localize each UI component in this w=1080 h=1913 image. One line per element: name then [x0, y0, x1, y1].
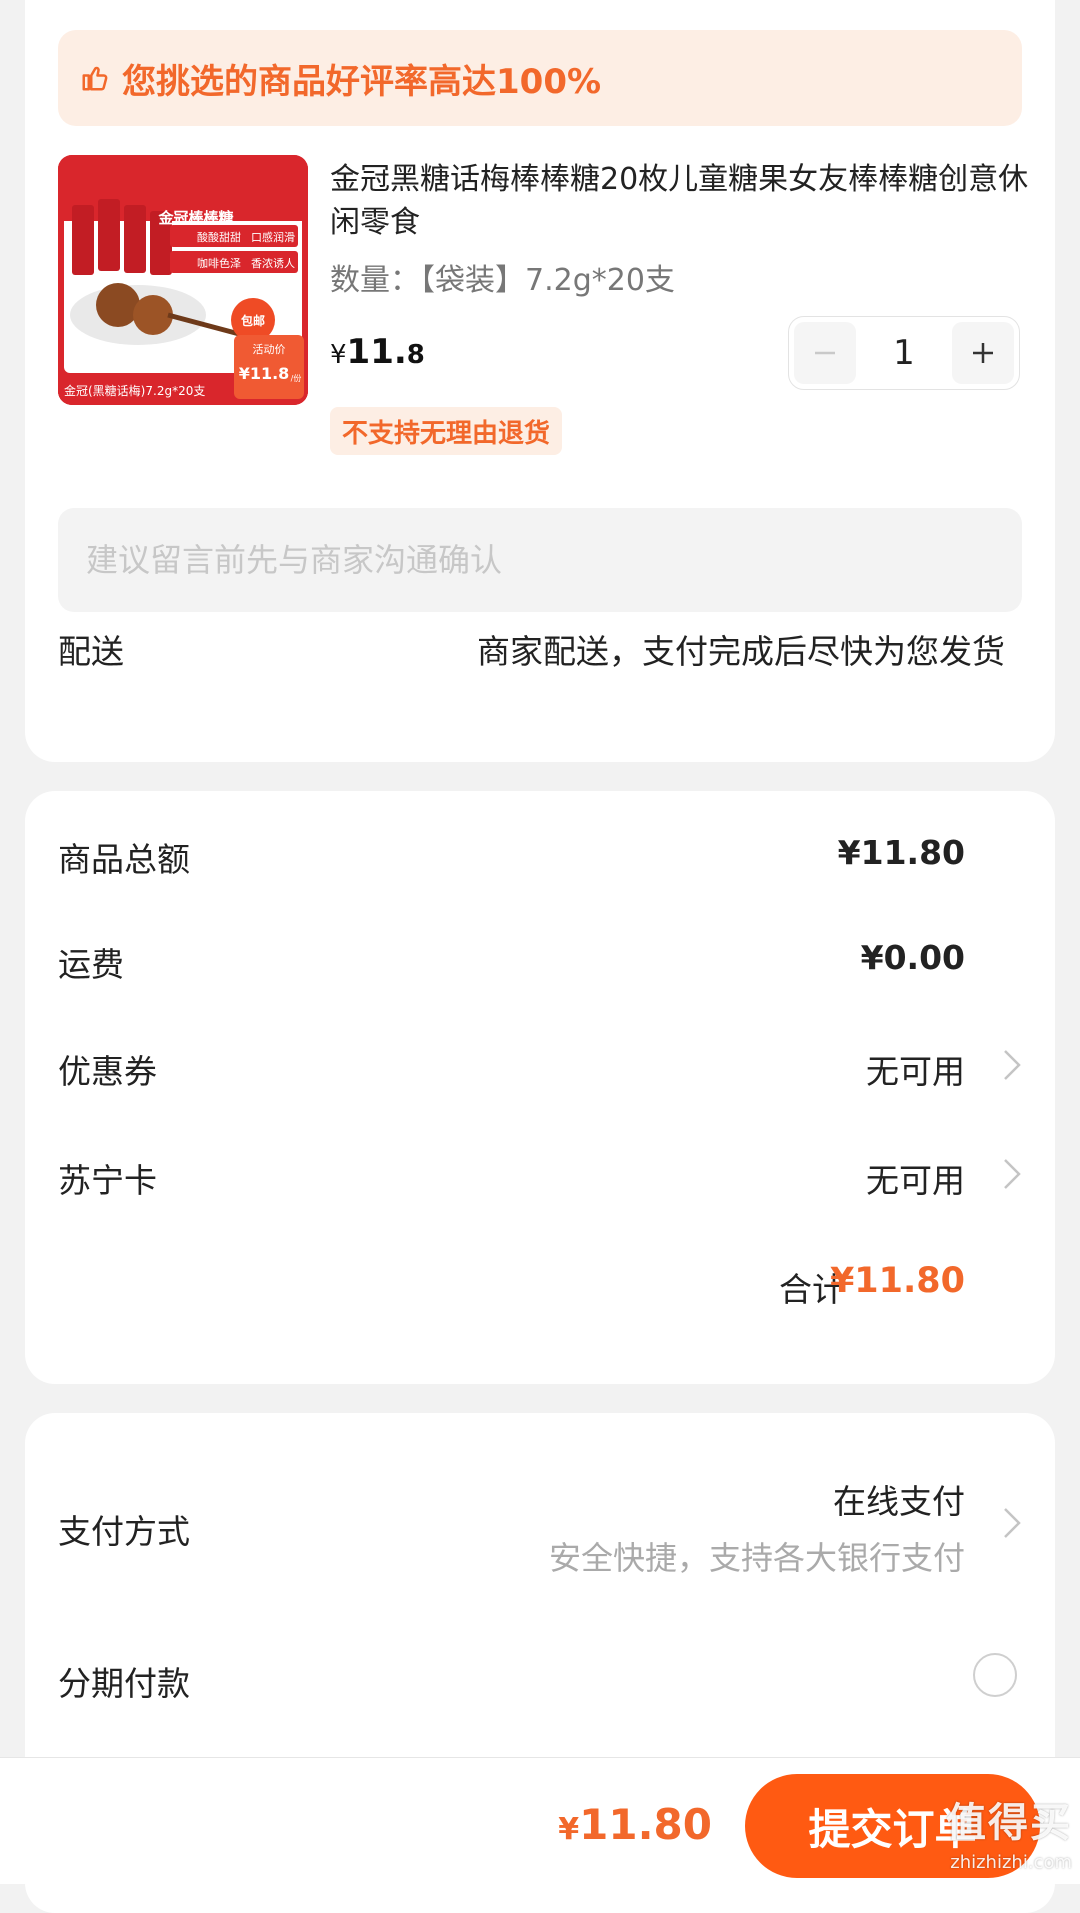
suning-card-value: 无可用 — [866, 1161, 965, 1200]
sum-value: ¥11.80 — [829, 1261, 965, 1301]
watermark-url: zhizhizhi.com — [950, 1852, 1072, 1873]
product-image-art: 金冠棒棒糖 酸酸甜甜 口感润滑 咖啡色泽 香浓诱人 包邮 金冠(黑糖话梅)7.2… — [58, 155, 308, 405]
image-activity-label: 活动价 — [253, 343, 286, 356]
installment-label: 分期付款 — [58, 1664, 190, 1703]
totals-card: 商品总额 ¥11.80 运费 ¥0.00 优惠券 无可用 苏宁卡 无可用 合计 … — [25, 791, 1055, 1384]
product-image[interactable]: 金冠棒棒糖 酸酸甜甜 口感润滑 咖啡色泽 香浓诱人 包邮 金冠(黑糖话梅)7.2… — [58, 155, 308, 405]
payment-method-value: 在线支付 — [833, 1482, 965, 1521]
installment-radio[interactable] — [973, 1653, 1017, 1697]
image-feature-4: 香浓诱人 — [251, 257, 295, 270]
message-input[interactable] — [58, 508, 1022, 612]
coupon-value: 无可用 — [866, 1052, 965, 1091]
shipping-value: ¥0.00 — [860, 938, 965, 977]
quantity-value[interactable]: 1 — [861, 333, 947, 373]
delivery-label: 配送 — [58, 632, 124, 671]
quantity-stepper: 1 — [788, 316, 1020, 390]
product-card: 您挑选的商品好评率高达100% 金冠棒棒糖 酸酸甜甜 口感润滑 咖啡色泽 香浓诱… — [25, 0, 1055, 762]
image-badge: 包邮 — [240, 313, 265, 328]
product-price: ¥11.8 — [330, 332, 425, 372]
thumbs-up-icon — [82, 66, 108, 91]
chevron-right-icon — [1004, 1050, 1021, 1080]
minus-icon — [815, 351, 835, 355]
suning-card-label: 苏宁卡 — [58, 1161, 157, 1200]
price-integer: 11. — [346, 332, 407, 372]
image-activity-unit: /份 — [291, 373, 302, 383]
price-decimal: 8 — [406, 340, 425, 370]
product-spec: 数量：【袋装】7.2g*20支 — [330, 263, 675, 298]
plus-icon — [973, 343, 993, 363]
bottom-bar: ¥11.80 提交订单 — [0, 1757, 1080, 1884]
shipping-label: 运费 — [58, 945, 124, 984]
image-title: 金冠棒棒糖 — [157, 209, 233, 227]
increase-button[interactable] — [952, 322, 1014, 384]
rating-banner: 您挑选的商品好评率高达100% — [58, 30, 1022, 126]
image-feature-2: 口感润滑 — [251, 230, 295, 244]
price-symbol: ¥ — [330, 340, 347, 370]
bottom-total-amount: 11.80 — [579, 1800, 712, 1849]
watermark-text: 值得买 — [946, 1800, 1072, 1846]
image-feature-3: 咖啡色泽 — [197, 256, 241, 270]
goods-total-label: 商品总额 — [58, 840, 190, 879]
image-feature-1: 酸酸甜甜 — [197, 230, 241, 244]
coupon-label: 优惠券 — [58, 1052, 157, 1091]
decrease-button[interactable] — [794, 322, 856, 384]
image-activity-price: ¥11.8 — [239, 364, 290, 383]
image-caption: 金冠(黑糖话梅)7.2g*20支 — [64, 383, 205, 398]
payment-method-label: 支付方式 — [58, 1512, 190, 1551]
no-return-tag: 不支持无理由退货 — [330, 407, 563, 455]
bottom-total-symbol: ¥ — [558, 1812, 580, 1847]
watermark: 值得买 zhizhizhi.com — [946, 1790, 1072, 1873]
chevron-right-icon — [1004, 1159, 1021, 1189]
delivery-value: 商家配送，支付完成后尽快为您发货 — [477, 632, 1005, 671]
rating-banner-text: 您挑选的商品好评率高达100% — [122, 61, 602, 102]
bottom-total: ¥11.80 — [558, 1800, 712, 1849]
goods-total-value: ¥11.80 — [837, 833, 965, 872]
product-title[interactable]: 金冠黑糖话梅棒棒糖20枚儿童糖果女友棒棒糖创意休闲零食 — [330, 158, 1035, 244]
chevron-right-icon — [1004, 1508, 1021, 1538]
payment-method-subtitle: 安全快捷，支持各大银行支付 — [548, 1539, 965, 1577]
